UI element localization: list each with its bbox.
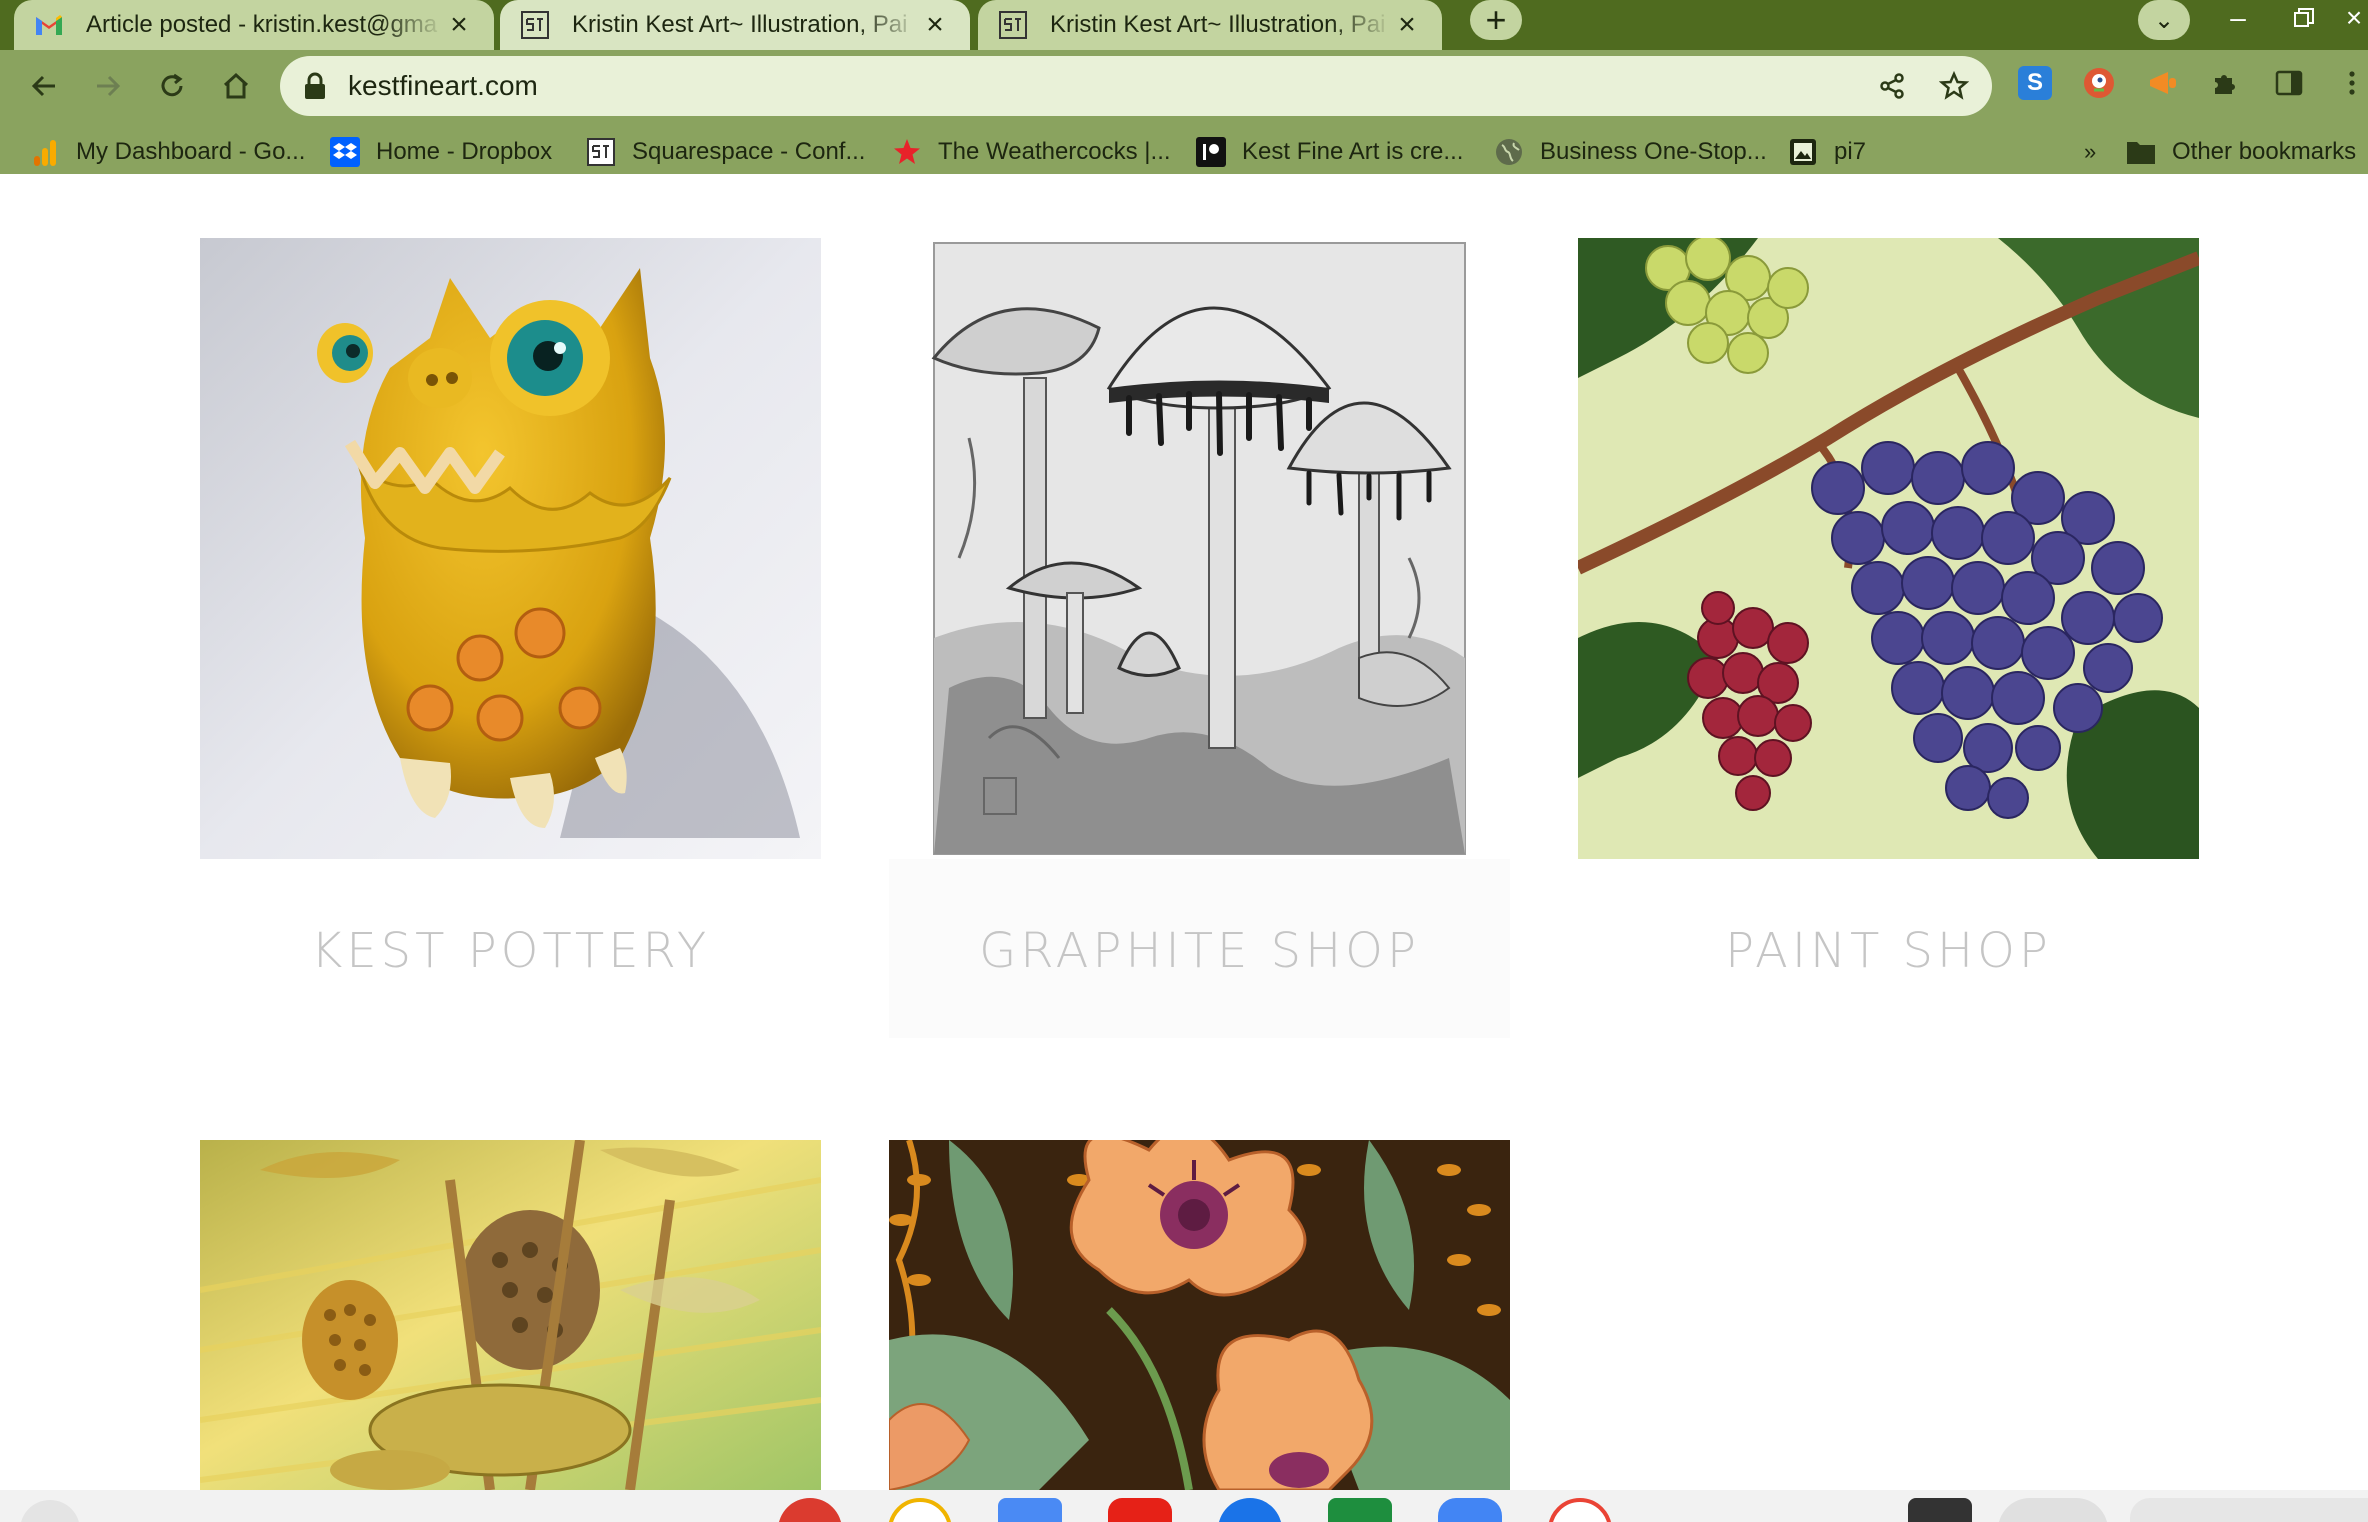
bookmark-label: My Dashboard - Go... <box>76 138 306 165</box>
category-card-4[interactable] <box>200 1140 821 1490</box>
category-card-5[interactable] <box>889 1140 1510 1490</box>
gmail-icon[interactable] <box>888 1498 952 1522</box>
tote-icon[interactable] <box>1908 1498 1972 1522</box>
files-icon[interactable] <box>1438 1498 1502 1522</box>
back-arrow-icon <box>31 75 55 97</box>
category-label[interactable]: KEST POTTERY <box>200 923 821 979</box>
tab-gmail[interactable]: Article posted - kristin.kest@gma × <box>14 0 494 50</box>
share-icon[interactable] <box>1874 68 1910 104</box>
bookmark-label: Home - Dropbox <box>376 138 553 165</box>
messages-icon[interactable] <box>1218 1498 1282 1522</box>
minimize-icon: – <box>2230 2 2246 33</box>
bookmark-label: Business One-Stop... <box>1540 138 1767 165</box>
docs-icon[interactable] <box>998 1498 1062 1522</box>
chrome-icon[interactable] <box>778 1498 842 1522</box>
bookmark-item[interactable]: Home - Dropbox <box>330 128 552 176</box>
launcher-icon[interactable] <box>20 1500 80 1522</box>
patreon-icon <box>1196 137 1226 167</box>
bookmark-label: Kest Fine Art is cre... <box>1242 138 1464 165</box>
category-card-pottery[interactable]: KEST POTTERY <box>200 238 821 1038</box>
bookmarks-bar: My Dashboard - Go... Home - Dropbox Squa… <box>0 128 2368 176</box>
megaphone-extension-icon[interactable] <box>2146 66 2180 100</box>
category-card-graphite[interactable]: GRAPHITE SHOP <box>889 238 1510 1038</box>
lock-icon[interactable] <box>302 72 328 100</box>
bookmark-item[interactable]: The Weathercocks |... <box>892 128 1171 176</box>
minimize-button[interactable]: – <box>2212 0 2264 36</box>
side-panel-icon[interactable] <box>2272 66 2306 100</box>
tab-kest-art-active[interactable]: Kristin Kest Art~ Illustration, Pai × <box>500 0 970 50</box>
tab-strip: Article posted - kristin.kest@gma × Kris… <box>0 0 2368 50</box>
photos-icon[interactable] <box>1548 1498 1612 1522</box>
dropbox-icon <box>330 137 360 167</box>
tab-title: Article posted - kristin.kest@gma <box>86 11 438 38</box>
category-label[interactable]: GRAPHITE SHOP <box>889 923 1510 979</box>
address-bar[interactable]: kestfineart.com <box>280 56 1992 116</box>
forward-button[interactable] <box>84 62 132 110</box>
bookmark-item[interactable]: Squarespace - Conf... <box>586 128 865 176</box>
bookmark-label: Other bookmarks <box>2172 138 2357 165</box>
chevron-down-icon: ⌄ <box>2153 6 2175 34</box>
pottery-image[interactable] <box>200 238 821 859</box>
gmail-icon <box>34 10 64 40</box>
url-text[interactable]: kestfineart.com <box>348 70 538 102</box>
close-icon[interactable]: × <box>444 8 474 41</box>
system-shelf <box>0 1490 2368 1522</box>
category-card-paint[interactable]: PAINT SHOP <box>1578 238 2199 1038</box>
star-icon <box>892 137 922 167</box>
folder-icon <box>2126 137 2156 167</box>
home-button[interactable] <box>212 62 260 110</box>
youtube-icon[interactable] <box>1108 1498 1172 1522</box>
new-tab-button[interactable]: + <box>1470 0 1522 40</box>
tab-kest-art[interactable]: Kristin Kest Art~ Illustration, Pai × <box>978 0 1442 50</box>
system-tray[interactable] <box>2130 1498 2368 1522</box>
restore-icon <box>2294 8 2314 27</box>
extensions-puzzle-icon[interactable] <box>2208 66 2242 100</box>
tab-title: Kristin Kest Art~ Illustration, Pai <box>1050 11 1386 38</box>
squarespace-icon <box>586 137 616 167</box>
category-label[interactable]: PAINT SHOP <box>1578 923 2199 979</box>
bookmark-star-icon[interactable] <box>1936 68 1972 104</box>
menu-kebab-icon[interactable] <box>2336 66 2368 100</box>
forward-arrow-icon <box>97 75 121 97</box>
close-icon[interactable]: × <box>920 8 950 41</box>
back-button[interactable] <box>20 62 68 110</box>
home-icon <box>223 72 249 99</box>
tab-search-button[interactable]: ⌄ <box>2138 0 2190 40</box>
sheets-icon[interactable] <box>1328 1498 1392 1522</box>
poppies-image[interactable] <box>889 1140 1510 1490</box>
bookmark-item[interactable]: Kest Fine Art is cre... <box>1196 128 1463 176</box>
bookmark-item[interactable]: pi7 <box>1788 128 1866 176</box>
skype-extension-icon[interactable]: S <box>2018 66 2052 100</box>
status-area[interactable] <box>1998 1498 2108 1522</box>
restore-button[interactable] <box>2278 0 2330 36</box>
reload-button[interactable] <box>148 62 196 110</box>
graphite-image[interactable] <box>889 238 1510 859</box>
close-window-button[interactable]: × <box>2340 0 2368 36</box>
bookmarks-overflow-button[interactable]: » <box>2084 128 2096 176</box>
close-icon: × <box>2345 2 2363 33</box>
bookmark-item[interactable]: Business One-Stop... <box>1494 128 1767 176</box>
bookmark-item[interactable]: My Dashboard - Go... <box>30 128 305 176</box>
bookmark-label: The Weathercocks |... <box>938 138 1171 165</box>
page-content: KEST POTTERY GRAPHITE SHOP PAINT SHOP <box>0 190 2368 1490</box>
plus-icon: + <box>1485 0 1507 40</box>
squarespace-icon <box>520 10 550 40</box>
close-icon[interactable]: × <box>1392 8 1422 41</box>
globe-icon <box>1494 137 1524 167</box>
reload-icon <box>161 73 183 97</box>
squarespace-icon <box>998 10 1028 40</box>
other-bookmarks-folder[interactable]: Other bookmarks <box>2126 128 2356 176</box>
bookmark-label: Squarespace - Conf... <box>632 138 866 165</box>
tab-title: Kristin Kest Art~ Illustration, Pai <box>572 11 908 38</box>
bookmark-label: pi7 <box>1834 138 1867 165</box>
analytics-icon <box>30 137 60 167</box>
chevron-double-right-icon: » <box>2084 139 2097 164</box>
paint-image[interactable] <box>1578 238 2199 859</box>
duckduckgo-extension-icon[interactable] <box>2082 66 2116 100</box>
image-icon <box>1788 137 1818 167</box>
yellow-painting-image[interactable] <box>200 1140 821 1490</box>
